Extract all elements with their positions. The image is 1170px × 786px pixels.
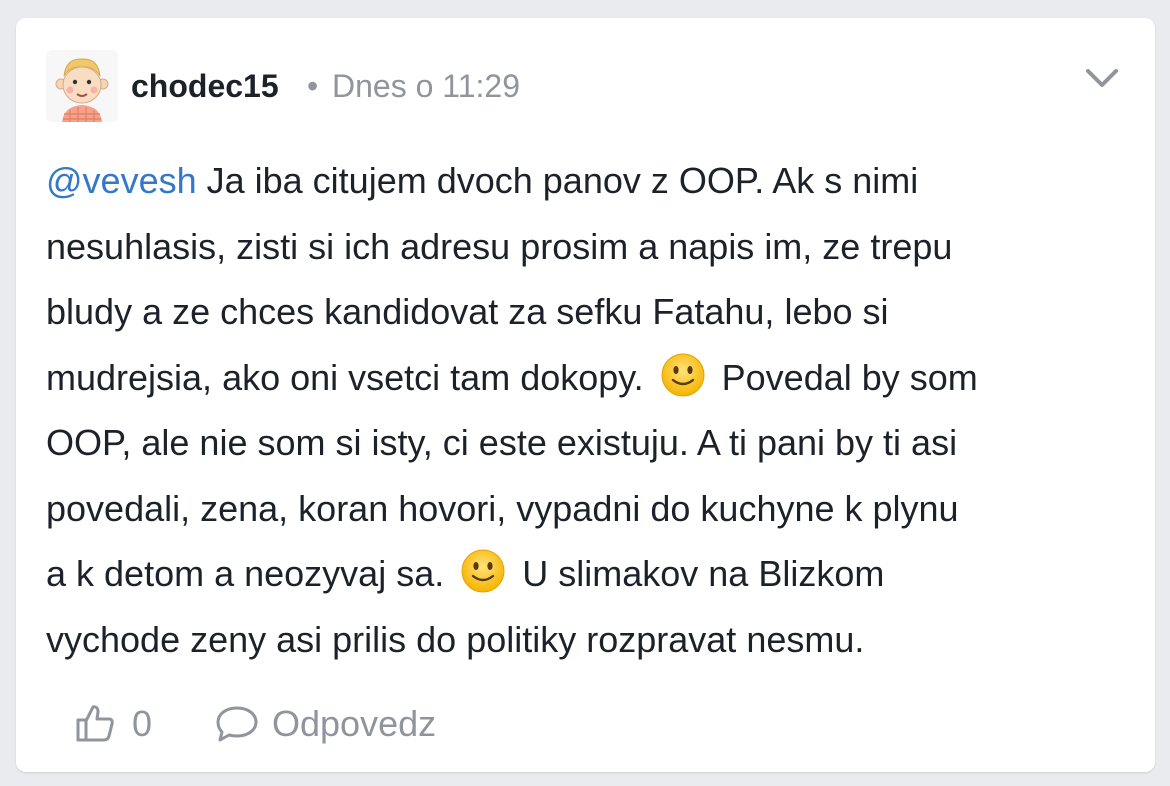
comment-line: a k detom a neozyvaj sa. U slimakov na B xyxy=(46,541,1136,607)
speech-bubble-icon[interactable] xyxy=(214,704,260,744)
comment-line: vychode zeny asi prilis do politiky rozp… xyxy=(46,618,865,660)
comment-text: U slimakov na Blizkom xyxy=(522,553,885,594)
comment-line: mudrejsia, ako oni vsetci tam dokopy. Po xyxy=(46,345,1136,411)
smiley-emoji-icon xyxy=(460,548,506,594)
comment-text: mudrejsia, ako oni vsetci tam dokopy. xyxy=(46,356,644,398)
comment-card: chodec15 • Dnes o 11:29 @vevesh Ja iba c… xyxy=(16,18,1155,772)
comment-line: bludy a ze chces kandidovat za sefku Fat… xyxy=(46,291,889,332)
smiley-emoji-icon xyxy=(660,352,706,398)
avatar[interactable] xyxy=(46,50,118,122)
meta-separator: • xyxy=(307,68,319,104)
chevron-down-icon[interactable] xyxy=(1082,58,1122,98)
reply-button[interactable]: Odpovedz xyxy=(272,702,436,746)
like-count: 0 xyxy=(132,703,153,744)
author-name[interactable]: chodec15 xyxy=(131,66,279,106)
comment-text: a k detom a neozyvaj sa. xyxy=(46,553,445,594)
comment-timestamp[interactable]: Dnes o 11:29 xyxy=(332,66,520,106)
comment-line: povedali, zena, koran hovori, vypadni do… xyxy=(46,487,959,529)
avatar-image xyxy=(46,50,118,122)
comment-line: @vevesh Ja iba citujem dvoch panov z OOP… xyxy=(46,148,1136,214)
comment-line: nesuhlasis, zisti si ich adresu prosim a… xyxy=(46,225,953,267)
comment-text: Povedal by som xyxy=(721,356,978,398)
comment-text: Ja iba citujem dvoch panov z OOP. Ak s n… xyxy=(196,160,919,201)
comment-body: @vevesh Ja iba citujem dvoch panov z OOP… xyxy=(46,148,1136,672)
comment-line: OOP, ale nie som si isty, ci este existu… xyxy=(46,422,958,463)
mention-link[interactable]: @vevesh xyxy=(46,160,197,201)
thumbs-up-icon[interactable] xyxy=(74,702,116,744)
